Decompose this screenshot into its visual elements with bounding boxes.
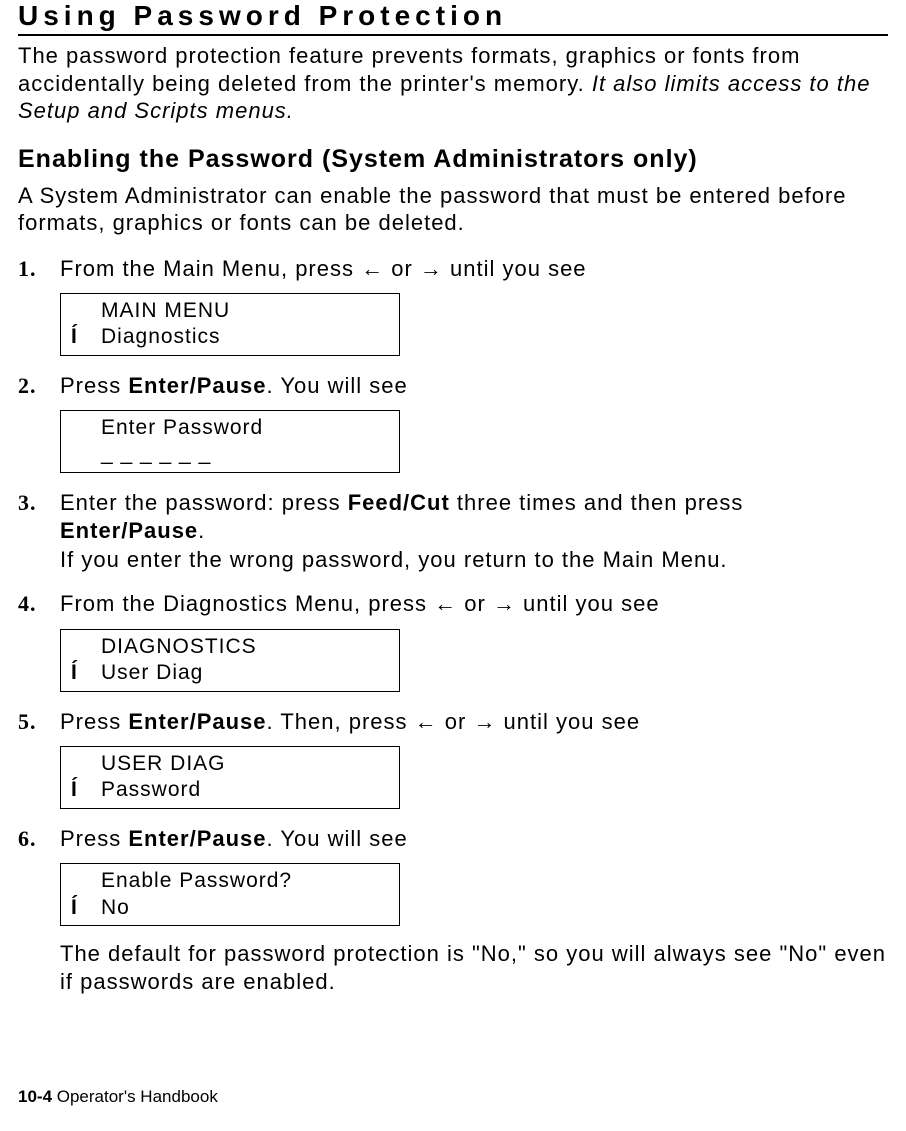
lcd-row: Í Password (71, 777, 389, 803)
step-5-post: until you see (496, 709, 640, 734)
step-1-pre: From the Main Menu, press (60, 256, 361, 281)
page-root: Using Password Protection The password p… (0, 0, 906, 1131)
step-3-line2: If you enter the wrong password, you ret… (60, 546, 888, 575)
lcd-row: Í No (71, 895, 389, 921)
lcd-row: Enter Password (71, 415, 389, 441)
step-1-post: until you see (443, 256, 587, 281)
arrow-left-icon: ← (434, 591, 457, 616)
section-title: Using Password Protection (18, 0, 888, 36)
lcd-display-4: DIAGNOSTICS Í User Diag (60, 629, 400, 692)
lcd-left-arrow-icon: Í (71, 660, 101, 686)
step-3-bold1: Feed/Cut (348, 490, 450, 515)
step-1-mid: or (384, 256, 420, 281)
admin-paragraph: A System Administrator can enable the pa… (18, 182, 888, 237)
lcd-line1: Enter Password (101, 415, 389, 441)
step-4-pre: From the Diagnostics Menu, press (60, 591, 434, 616)
lcd-line2: Diagnostics (101, 324, 389, 350)
lcd-display-2: Enter Password _ _ _ _ _ _ (60, 410, 400, 473)
footer-label: Operator's Handbook (52, 1087, 218, 1106)
intro-paragraph: The password protection feature prevents… (18, 42, 888, 125)
lcd-row: Enable Password? (71, 868, 389, 894)
lcd-left-arrow-icon: Í (71, 777, 101, 803)
step-3-text: Enter the password: press Feed/Cut three… (60, 489, 888, 546)
lcd-left-arrow-icon: Í (71, 895, 101, 921)
step-5: Press Enter/Pause. Then, press ← or → un… (18, 708, 888, 809)
page-number: 10-4 (18, 1087, 52, 1106)
lcd-row: Í Diagnostics (71, 324, 389, 350)
arrow-right-icon: → (493, 591, 516, 616)
step-3-post1: . (198, 518, 205, 543)
lcd-row: DIAGNOSTICS (71, 634, 389, 660)
step-5-pre: Press (60, 709, 128, 734)
step-6-bold: Enter/Pause (128, 826, 266, 851)
step-5-mid1: . Then, press (267, 709, 415, 734)
lcd-row: MAIN MENU (71, 298, 389, 324)
lcd-line2: User Diag (101, 660, 389, 686)
step-2-text: Press Enter/Pause. You will see (60, 372, 888, 401)
step-3-pre: Enter the password: press (60, 490, 348, 515)
lcd-left-arrow-icon: Í (71, 324, 101, 350)
step-5-text: Press Enter/Pause. Then, press ← or → un… (60, 708, 888, 737)
step-5-bold: Enter/Pause (128, 709, 266, 734)
step-3: Enter the password: press Feed/Cut three… (18, 489, 888, 575)
step-1-text: From the Main Menu, press ← or → until y… (60, 255, 888, 284)
lcd-line1: Enable Password? (101, 868, 389, 894)
lcd-display-6: Enable Password? Í No (60, 863, 400, 926)
lcd-display-1: MAIN MENU Í Diagnostics (60, 293, 400, 356)
lcd-row: _ _ _ _ _ _ (71, 441, 389, 467)
lcd-line1: USER DIAG (101, 751, 389, 777)
step-4: From the Diagnostics Menu, press ← or → … (18, 590, 888, 691)
arrow-left-icon: ← (415, 709, 438, 734)
step-2: Press Enter/Pause. You will see Enter Pa… (18, 372, 888, 473)
step-1: From the Main Menu, press ← or → until y… (18, 255, 888, 356)
lcd-row: USER DIAG (71, 751, 389, 777)
step-4-post: until you see (516, 591, 660, 616)
step-3-bold2: Enter/Pause (60, 518, 198, 543)
page-footer: 10-4 Operator's Handbook (18, 1087, 218, 1107)
step-4-mid: or (457, 591, 493, 616)
lcd-line1: MAIN MENU (101, 298, 389, 324)
step-3-mid1: three times and then press (450, 490, 744, 515)
lcd-display-5: USER DIAG Í Password (60, 746, 400, 809)
step-2-post: . You will see (267, 373, 408, 398)
lcd-line2: _ _ _ _ _ _ (101, 441, 389, 467)
arrow-right-icon: → (473, 709, 496, 734)
lcd-line2: Password (101, 777, 389, 803)
step-6: Press Enter/Pause. You will see Enable P… (18, 825, 888, 997)
steps-list: From the Main Menu, press ← or → until y… (18, 255, 888, 997)
step-6-pre: Press (60, 826, 128, 851)
arrow-right-icon: → (420, 256, 443, 281)
step-5-mid2: or (438, 709, 474, 734)
step-6-note: The default for password protection is "… (60, 940, 888, 997)
subsection-title: Enabling the Password (System Administra… (18, 145, 888, 174)
step-6-text: Press Enter/Pause. You will see (60, 825, 888, 854)
step-2-bold: Enter/Pause (128, 373, 266, 398)
step-4-text: From the Diagnostics Menu, press ← or → … (60, 590, 888, 619)
lcd-row: Í User Diag (71, 660, 389, 686)
step-2-pre: Press (60, 373, 128, 398)
arrow-left-icon: ← (361, 256, 384, 281)
lcd-line1: DIAGNOSTICS (101, 634, 389, 660)
step-6-post: . You will see (267, 826, 408, 851)
lcd-line2: No (101, 895, 389, 921)
